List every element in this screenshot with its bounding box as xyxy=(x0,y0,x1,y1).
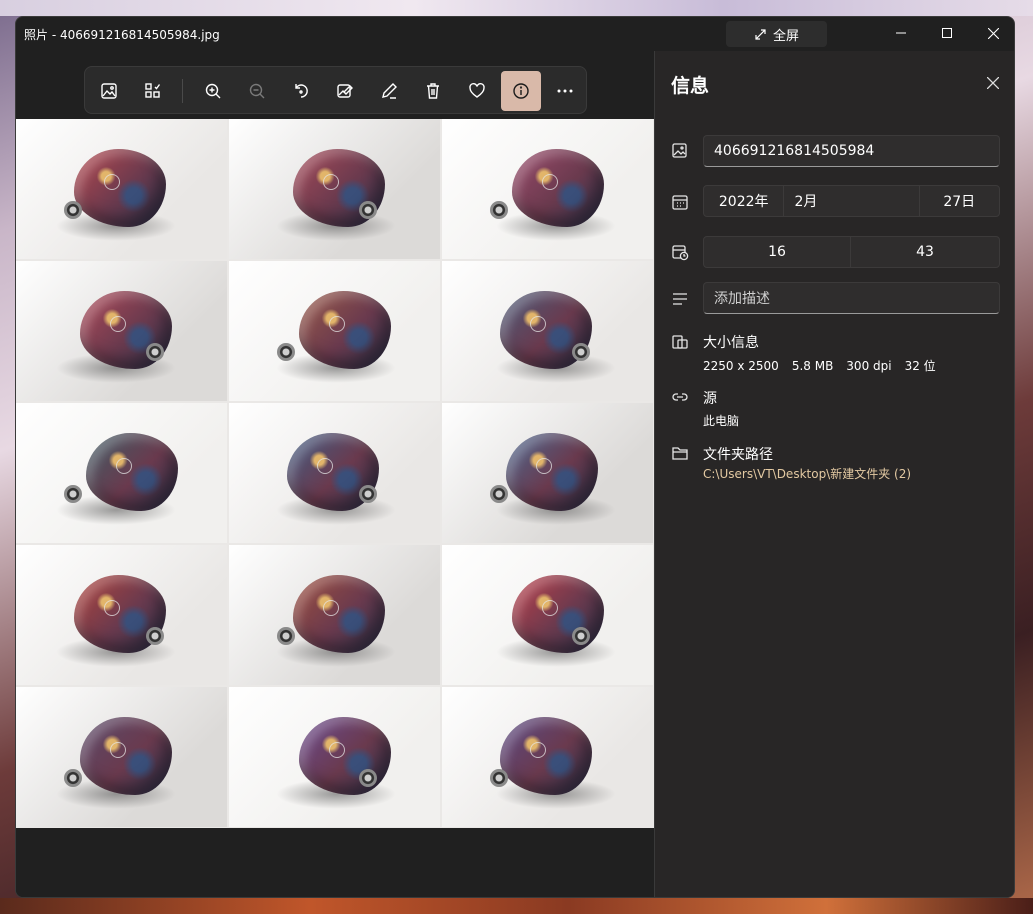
image-dpi: 300 dpi xyxy=(846,359,892,373)
source-value: 此电脑 xyxy=(703,414,740,428)
source-label: 源 xyxy=(703,391,717,407)
edit-image-button[interactable] xyxy=(325,71,365,111)
fullscreen-button[interactable]: 全屏 xyxy=(726,21,827,47)
rotate-button[interactable] xyxy=(281,71,321,111)
info-button[interactable] xyxy=(501,71,541,111)
draw-icon xyxy=(382,83,397,99)
file-size: 5.8 MB xyxy=(791,359,834,373)
photos-window: 照片 - 406691216814505984.jpg 全屏 信息 406691… xyxy=(15,16,1015,898)
zoom-out-icon xyxy=(249,83,265,99)
month-segment[interactable]: 2月 xyxy=(784,186,920,216)
zoom-in-icon xyxy=(205,83,221,99)
desktop-wallpaper-top xyxy=(0,0,1033,16)
photo-tile xyxy=(16,403,227,543)
toolbar-separator xyxy=(182,79,183,103)
expand-arrows-icon xyxy=(755,28,766,40)
photo-tile xyxy=(442,403,653,543)
photo-tile xyxy=(16,687,227,827)
edit-image-icon xyxy=(337,84,353,98)
photo-tile xyxy=(229,687,440,827)
photo-background xyxy=(16,828,654,897)
folder-path-link[interactable]: C:\Users\VT\Desktop\新建文件夹 (2) xyxy=(703,465,911,482)
window-title: 照片 - 406691216814505984.jpg xyxy=(24,28,220,42)
filename-field[interactable]: 406691216814505984 xyxy=(703,135,1000,167)
delete-icon xyxy=(427,83,439,99)
image-dimensions: 2250 x 2500 xyxy=(703,359,779,373)
bit-depth: 32 位 xyxy=(904,359,936,373)
photo-tile xyxy=(229,119,440,259)
year-segment[interactable]: 2022年 xyxy=(704,186,785,216)
photo-tile xyxy=(16,261,227,401)
image-toolbar xyxy=(84,66,587,114)
title-bar[interactable]: 照片 - 406691216814505984.jpg 全屏 xyxy=(16,17,1014,51)
photo-tile xyxy=(442,545,653,685)
size-info-icon xyxy=(671,333,689,351)
rotate-icon xyxy=(295,84,308,98)
info-panel-close-button[interactable] xyxy=(981,71,1005,95)
photo-tile xyxy=(16,119,227,259)
add-to-album-icon xyxy=(145,83,161,98)
hour-segment[interactable]: 16 xyxy=(704,237,851,267)
calendar-icon xyxy=(671,193,689,211)
add-to-album-button[interactable] xyxy=(133,71,173,111)
close-window-button[interactable] xyxy=(970,17,1014,49)
draw-button[interactable] xyxy=(369,71,409,111)
photo-tile xyxy=(442,687,653,827)
delete-button[interactable] xyxy=(413,71,453,111)
maximize-icon xyxy=(942,28,952,38)
view-image-button[interactable] xyxy=(89,71,129,111)
photo-tile xyxy=(442,261,653,401)
more-icon xyxy=(557,89,573,93)
zoom-out-button[interactable] xyxy=(237,71,277,111)
photo-tile xyxy=(229,261,440,401)
folder-path-label: 文件夹路径 xyxy=(703,447,773,463)
description-lines-icon xyxy=(671,290,689,308)
folder-icon xyxy=(671,444,689,462)
info-icon xyxy=(513,83,529,99)
photo-canvas[interactable] xyxy=(16,119,654,828)
day-segment[interactable]: 27日 xyxy=(920,186,999,216)
minimize-button[interactable] xyxy=(878,17,924,49)
maximize-button[interactable] xyxy=(924,17,970,49)
close-icon xyxy=(987,77,999,89)
photo-tile xyxy=(442,119,653,259)
info-panel-title: 信息 xyxy=(671,75,710,97)
link-icon xyxy=(671,388,689,406)
clock-calendar-icon xyxy=(671,243,689,261)
view-image-icon xyxy=(101,83,117,99)
favorite-button[interactable] xyxy=(457,71,497,111)
date-picker[interactable]: 2022年 2月 27日 xyxy=(703,185,1000,217)
image-file-icon xyxy=(671,142,689,160)
time-picker[interactable]: 16 43 xyxy=(703,236,1000,268)
minimize-icon xyxy=(896,32,906,34)
more-button[interactable] xyxy=(545,71,585,111)
size-info-label: 大小信息 xyxy=(703,335,759,351)
info-panel: 信息 406691216814505984 2022年 2月 27日 16 43… xyxy=(654,51,1014,897)
photo-tile xyxy=(229,403,440,543)
photo-tile xyxy=(229,545,440,685)
close-icon xyxy=(987,27,999,39)
favorite-icon xyxy=(469,83,485,98)
size-info-values: 2250 x 2500 5.8 MB 300 dpi 32 位 xyxy=(703,357,949,374)
description-input[interactable]: 添加描述 xyxy=(703,282,1000,314)
fullscreen-label: 全屏 xyxy=(772,28,799,44)
desktop-wallpaper-bottom xyxy=(0,898,1033,914)
zoom-in-button[interactable] xyxy=(193,71,233,111)
photo-tile xyxy=(16,545,227,685)
minute-segment[interactable]: 43 xyxy=(851,237,999,267)
